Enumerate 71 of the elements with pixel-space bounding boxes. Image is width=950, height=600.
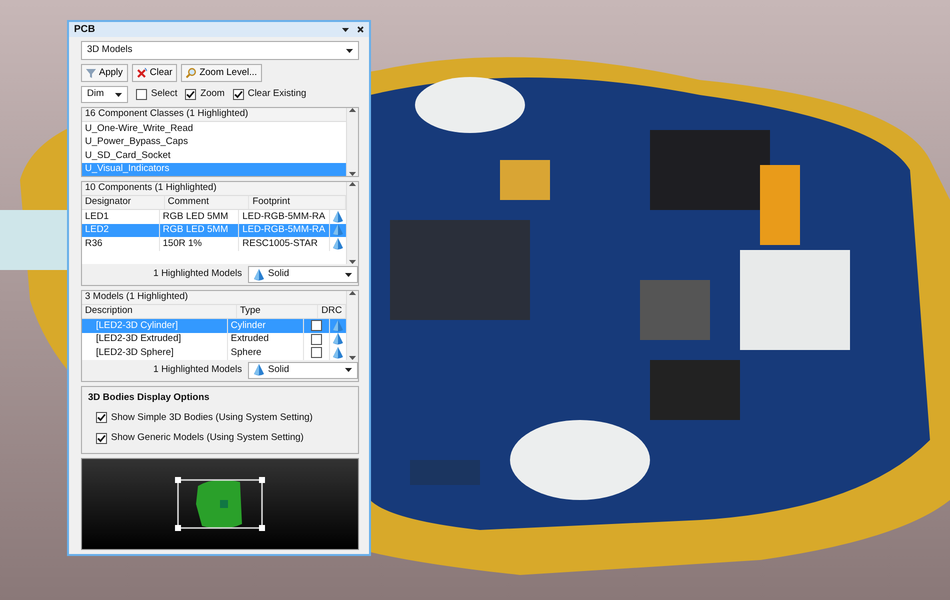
mode-dropdown[interactable]: 3D Models	[81, 41, 359, 60]
table-cell: Extruded	[228, 332, 304, 346]
column-header[interactable]: Type	[236, 305, 318, 318]
checkbox-label[interactable]: Select	[151, 87, 178, 102]
scrollbar[interactable]	[346, 108, 358, 176]
class-list-item[interactable]: U_SD_Card_Socket	[82, 149, 346, 162]
cone-icon	[254, 364, 264, 376]
group-title: 3D Bodies Display Options	[88, 390, 210, 404]
table-cell: LED2	[82, 224, 160, 237]
display-mode-dropdown[interactable]: Solid	[248, 362, 358, 378]
scroll-down-icon	[349, 172, 356, 176]
scroll-up-icon	[349, 182, 356, 186]
table-header: 3 Models (1 Highlighted)	[82, 291, 346, 305]
table-cell: LED-RGB-5MM-RA	[239, 224, 330, 237]
checkbox-label[interactable]: Clear Existing	[248, 87, 306, 102]
funnel-icon	[86, 68, 96, 78]
class-list-item[interactable]: U_Power_Bypass_Caps	[82, 136, 346, 149]
board-preview[interactable]	[81, 458, 359, 550]
magnifier-icon	[186, 68, 196, 78]
table-cell: 150R 1%	[160, 237, 240, 250]
column-header[interactable]: Comment	[164, 196, 250, 209]
table-cell: [LED2-3D Cylinder]	[82, 319, 228, 332]
cone-icon	[333, 238, 343, 250]
display-mode-dropdown[interactable]: Solid	[248, 266, 358, 283]
models-count-label: 1 Highlighted Models	[153, 362, 242, 377]
scroll-up-icon	[349, 291, 356, 295]
checkbox-label[interactable]: Show Generic Models (Using System Setting)	[111, 431, 304, 446]
checkbox[interactable]	[96, 412, 107, 424]
scrollbar[interactable]	[346, 291, 358, 360]
checkbox[interactable]	[232, 89, 244, 100]
cone-icon	[333, 333, 343, 346]
table-row[interactable]: R36 150R 1% RESC1005-STAR	[82, 237, 346, 250]
cone-icon	[333, 320, 343, 332]
panel-title: PCB	[74, 23, 96, 37]
models-count-label: 1 Highlighted Models	[153, 267, 242, 282]
zoom-level-button[interactable]: Zoom Level...	[181, 64, 262, 82]
clear-button[interactable]: Clear	[132, 64, 178, 82]
cone-icon	[333, 210, 343, 223]
column-header[interactable]: Designator	[82, 196, 165, 209]
checkbox[interactable]	[185, 89, 196, 100]
table-cell: [LED2-3D Extruded]	[82, 332, 228, 346]
apply-button[interactable]: Apply	[81, 64, 128, 82]
table-cell: RGB LED 5MM	[160, 224, 240, 237]
checkbox-label[interactable]: Zoom	[200, 87, 225, 102]
column-header[interactable]: Description	[82, 305, 237, 318]
checkbox[interactable]	[96, 432, 107, 444]
caret-icon	[346, 48, 353, 52]
class-list-item[interactable]: U_One-Wire_Write_Read	[82, 122, 346, 136]
checkbox[interactable]	[311, 334, 322, 345]
caret-icon	[345, 272, 352, 276]
table-row[interactable]: [LED2-3D Extruded] Extruded	[82, 332, 346, 346]
scrollbar[interactable]	[346, 182, 358, 264]
checkbox[interactable]	[311, 320, 322, 332]
caret-icon	[115, 92, 122, 96]
table-cell: Cylinder	[228, 319, 304, 332]
table-cell: RESC1005-STAR	[239, 237, 330, 250]
cross-icon	[136, 68, 147, 78]
menu-caret-icon[interactable]	[342, 28, 349, 32]
close-icon[interactable]	[357, 26, 364, 33]
checkbox[interactable]	[136, 89, 147, 100]
caret-icon	[345, 368, 352, 372]
table-header: 10 Components (1 Highlighted)	[82, 182, 346, 196]
cone-icon	[254, 268, 264, 280]
mask-dropdown[interactable]: Dim	[81, 86, 128, 103]
cone-icon	[333, 346, 343, 359]
list-header: 16 Component Classes (1 Highlighted)	[82, 108, 346, 122]
checkbox[interactable]	[311, 347, 322, 358]
scroll-up-icon	[349, 108, 356, 112]
checkbox-label[interactable]: Show Simple 3D Bodies (Using System Setting)	[111, 410, 313, 425]
table-cell: R36	[82, 237, 160, 250]
cone-icon	[333, 224, 343, 236]
